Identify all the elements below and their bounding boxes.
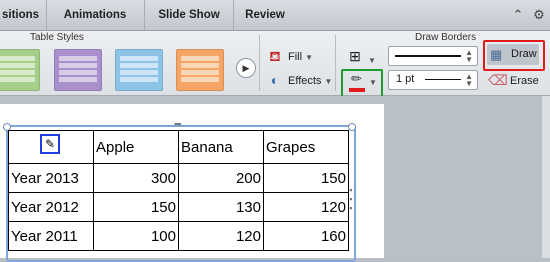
line-weight-value: 1 pt [396,73,415,85]
table-cell[interactable]: 300 [93,163,179,193]
table-style-thumbnail[interactable] [115,49,163,91]
paint-bucket-icon: ⛾ [269,48,281,64]
vertical-scrollbar[interactable] [542,96,550,258]
table-style-thumbnail[interactable] [0,49,40,91]
line-weight-preview [425,79,461,80]
table-cell[interactable]: 120 [263,192,349,222]
up-down-arrows-icon: ▲ ▼ [465,48,473,64]
collapse-ribbon-icon[interactable]: ⌃ [511,8,525,22]
tab-transitions[interactable]: sitions [0,0,47,30]
data-table[interactable]: ✎ Apple Banana Grapes Year 2013 300 200 … [8,130,349,251]
table-cell[interactable]: 150 [93,192,179,222]
gallery-next-arrow[interactable]: ▶ [236,58,256,78]
draw-label: Draw [511,48,537,60]
table-cell[interactable]: 200 [178,163,264,193]
table-styles-group-title: Table Styles [30,32,84,43]
table-cell[interactable]: 120 [178,221,264,251]
chevron-down-icon: ▼ [369,78,377,87]
draw-borders-group-title: Draw Borders [415,32,477,43]
chevron-down-icon: ▼ [324,77,333,86]
table-cell[interactable]: 100 [93,221,179,251]
line-style-preview [395,55,461,57]
erase-button[interactable]: ⌫ Erase [488,72,546,89]
effects-icon: ◐ [270,72,280,88]
gear-icon[interactable]: ⚙ [532,8,546,22]
effects-button[interactable]: ◐ Effects ▼ [266,72,334,89]
table-row-label[interactable]: Year 2011 [8,221,94,251]
table-cell[interactable]: 130 [178,192,264,222]
pen-color-button[interactable]: ✏ ▼ [341,69,383,99]
table-style-thumbnail[interactable] [176,49,224,91]
tab-review[interactable]: Review [234,0,296,30]
draw-table-icon: ▦ [490,47,503,62]
draw-table-button[interactable]: ▦ Draw [483,40,545,71]
group-separator [259,35,260,91]
fill-button[interactable]: ⛾ Fill ▼ [266,48,330,65]
effects-label: Effects [288,75,322,87]
table-row-label[interactable]: Year 2013 [8,163,94,193]
group-separator [335,35,336,91]
ribbon: Table Styles Draw Borders ⛾ Fill ▼ ◐ Eff… [0,31,550,99]
resize-handle-top[interactable]: ▪▪▪ [174,119,182,129]
eraser-icon: ⌫ [488,72,508,88]
pen-color-swatch [349,88,365,92]
table-header-cell[interactable]: Apple [93,130,179,164]
line-style-dropdown[interactable]: ▲ ▼ [388,46,478,66]
table-row: Year 2011 100 120 160 [8,221,349,251]
table-row-label[interactable]: Year 2012 [8,192,94,222]
line-weight-dropdown[interactable]: 1 pt ▲ ▼ [388,70,478,90]
ribbon-tab-bar: sitions Animations Slide Show Review ⌃ ⚙ [0,0,550,31]
table-style-thumbnail[interactable] [54,49,102,91]
table-row: Year 2012 150 130 120 [8,192,349,222]
table-cell[interactable]: 150 [263,163,349,193]
tab-animations[interactable]: Animations [46,0,145,30]
fill-label: Fill [288,51,303,63]
table-cell[interactable]: ✎ [8,130,94,164]
borders-grid-icon: ⊞ [349,48,361,64]
chevron-down-icon: ▼ [305,53,314,62]
table-header-cell[interactable]: Grapes [263,130,349,164]
pencil-icon: ✎ [40,134,60,154]
erase-label: Erase [510,75,539,87]
table-row: ✎ Apple Banana Grapes [8,130,349,164]
borders-button[interactable]: ⊞ ▼ [346,48,376,65]
up-down-arrows-icon: ▲ ▼ [465,72,473,88]
tab-slide-show[interactable]: Slide Show [145,0,234,30]
chevron-down-icon: ▼ [368,56,376,65]
pen-icon: ✏ [351,71,362,86]
table-cell[interactable]: 160 [263,221,349,251]
resize-handle-corner[interactable] [348,123,356,131]
table-header-cell[interactable]: Banana [178,130,264,164]
table-row: Year 2013 300 200 150 [8,163,349,193]
